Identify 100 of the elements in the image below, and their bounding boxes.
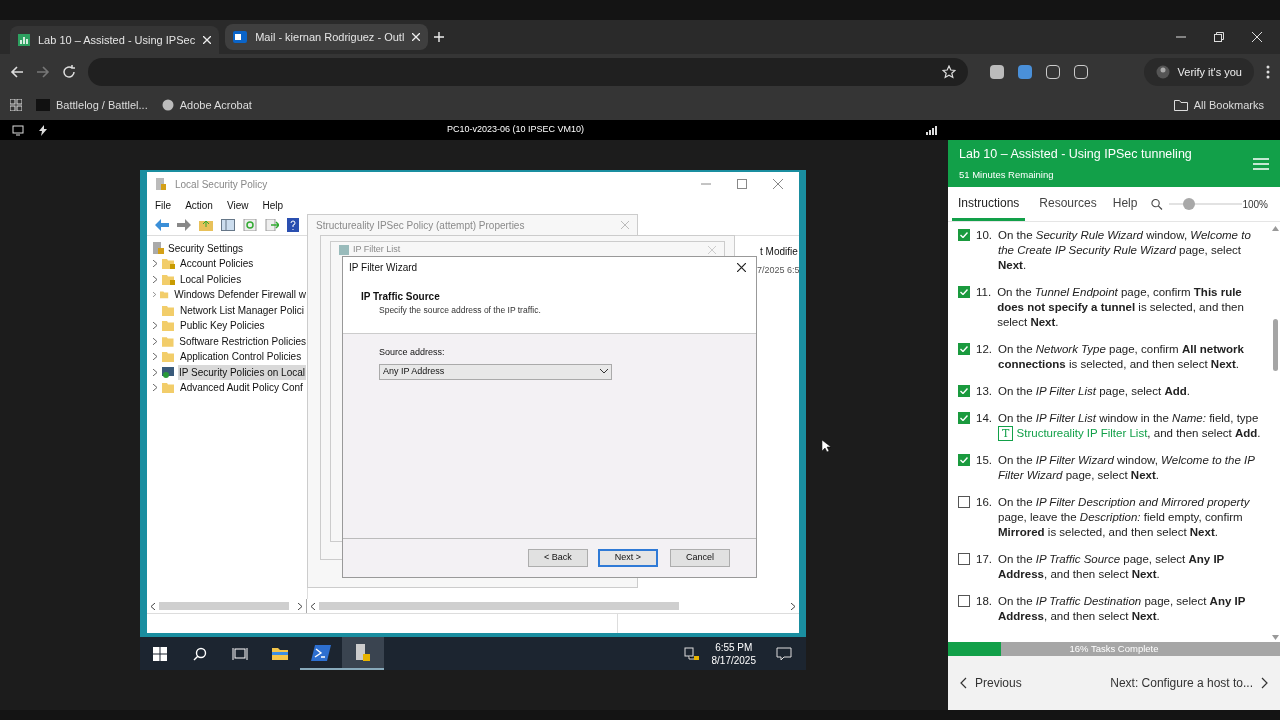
menu-icon[interactable] [1253, 157, 1269, 170]
folder-icon[interactable] [272, 647, 288, 660]
source-address-dropdown[interactable]: Any IP Address [379, 363, 612, 380]
tree-item[interactable]: Security Settings [168, 240, 244, 256]
tree-item[interactable]: Advanced Audit Policy Conf [179, 380, 304, 395]
step-instruction: On the IP Filter Wizard window, Welcome to the IP Filter Wizard page, select Next. [998, 453, 1256, 483]
step-number: 13. [976, 384, 992, 399]
network-icon[interactable] [683, 646, 700, 661]
chevron-right-icon[interactable] [153, 260, 158, 267]
cancel-button[interactable]: Cancel [670, 549, 730, 567]
tree-item[interactable]: Public Key Policies [179, 318, 266, 333]
chevron-right-icon[interactable] [153, 368, 158, 376]
menu-item[interactable]: Action [185, 197, 213, 213]
new-tab-icon[interactable] [434, 32, 445, 42]
scroll-right-icon[interactable] [791, 602, 795, 610]
browser-tab[interactable]: Mail - kiernan Rodriguez - Outl [225, 24, 429, 50]
folder-icon [162, 304, 175, 316]
tree-item[interactable]: Network List Manager Polici [179, 302, 305, 318]
export-icon[interactable] [265, 218, 279, 231]
extension-icon[interactable] [1074, 65, 1088, 79]
tree-item[interactable]: Application Control Policies [179, 349, 303, 364]
checkbox[interactable] [958, 385, 970, 397]
checkbox[interactable] [958, 553, 970, 565]
scrollbar-thumb[interactable] [1272, 319, 1278, 371]
menu-item[interactable]: View [226, 197, 249, 213]
back-button[interactable]: < Back [528, 549, 588, 567]
chevron-right-icon[interactable] [153, 384, 158, 391]
folder-up-icon[interactable] [199, 218, 213, 231]
apps-icon[interactable] [10, 99, 22, 111]
back-arrow-icon[interactable] [155, 218, 169, 231]
step-instruction: On the Tunnel Endpoint page, confirm This rule does not specify a tunnel is selected, and then select Next. [997, 285, 1245, 330]
scroll-up-icon[interactable] [1271, 226, 1279, 231]
folder-icon [162, 320, 175, 331]
instructions-tab[interactable]: Instructions [952, 187, 1026, 221]
help-icon[interactable] [287, 217, 299, 232]
back-icon[interactable] [10, 65, 24, 79]
search-icon[interactable] [1151, 197, 1164, 211]
more-icon[interactable] [1266, 65, 1270, 79]
checkbox[interactable] [958, 343, 970, 355]
chevron-right-icon[interactable] [153, 322, 158, 329]
checkbox[interactable] [958, 229, 970, 241]
chevron-right-icon[interactable] [153, 353, 158, 360]
menu-item[interactable]: File [155, 197, 172, 213]
folder-icon [162, 382, 175, 393]
resources-tab[interactable]: Resources [1033, 187, 1103, 221]
next-button[interactable]: Next: Configure a host to... [1110, 674, 1268, 692]
dialog-title: IP Filter Wizard [349, 260, 418, 275]
help-tab[interactable]: Help [1106, 187, 1144, 221]
powershell-icon[interactable] [311, 644, 331, 661]
extension-icon[interactable] [990, 65, 1004, 79]
search-icon[interactable] [193, 646, 207, 661]
verify-button[interactable]: Verify it's you [1143, 58, 1254, 86]
browser-tab[interactable]: Lab 10 – Assisted - Using IPSec [10, 26, 220, 54]
tree-item[interactable]: Local Policies [179, 271, 243, 287]
refresh-icon[interactable] [243, 218, 257, 231]
close-icon[interactable] [737, 262, 746, 272]
security-policy-icon[interactable] [355, 643, 371, 662]
checkbox[interactable] [958, 496, 970, 508]
zoom-slider[interactable] [1169, 198, 1243, 210]
extension-icon[interactable] [1046, 65, 1060, 79]
star-icon[interactable] [942, 65, 956, 79]
forward-arrow-icon[interactable] [177, 218, 191, 231]
checkbox[interactable] [958, 286, 970, 298]
tree-item[interactable]: IP Security Policies on Local [178, 364, 306, 380]
bookmark[interactable]: Adobe Acrobat [161, 96, 252, 114]
console-tree-icon[interactable] [221, 218, 235, 231]
notification-icon[interactable] [776, 646, 792, 661]
task-view-icon[interactable] [232, 646, 248, 661]
tree-item[interactable]: Account Policies [179, 256, 255, 271]
tree-item[interactable]: Windows Defender Firewall w [173, 287, 307, 302]
mail-icon [233, 31, 248, 43]
reload-icon[interactable] [62, 65, 76, 79]
maximize-icon[interactable] [737, 179, 747, 189]
clock-date: 8/17/2025 [711, 653, 756, 667]
chevron-right-icon[interactable] [153, 337, 158, 345]
tab-title: Lab 10 – Assisted - Using IPSec [38, 32, 196, 48]
scroll-down-icon[interactable] [1271, 635, 1279, 640]
next-button[interactable]: Next > [598, 549, 658, 567]
scrollbar[interactable] [159, 602, 289, 610]
slider-thumb[interactable] [1182, 198, 1195, 210]
menu-item[interactable]: Help [262, 197, 283, 213]
monitor-icon[interactable] [12, 124, 24, 136]
scroll-right-icon[interactable] [298, 602, 302, 610]
scrollbar[interactable] [319, 602, 679, 610]
scroll-left-icon[interactable] [311, 602, 315, 610]
bookmark[interactable]: Battlelog / Battlel... [36, 96, 148, 114]
scroll-left-icon[interactable] [151, 602, 155, 610]
lightning-icon[interactable] [38, 124, 48, 136]
restore-icon[interactable] [1214, 32, 1224, 42]
checkbox[interactable] [958, 595, 970, 607]
mouse-cursor-icon [822, 440, 831, 453]
tree-item[interactable]: Software Restriction Policies [178, 333, 307, 349]
forward-icon[interactable] [36, 65, 50, 79]
checkbox[interactable] [958, 454, 970, 466]
chevron-right-icon[interactable] [153, 275, 158, 283]
chevron-right-icon[interactable] [153, 291, 157, 298]
previous-button[interactable]: Previous [960, 674, 1022, 692]
windows-start-icon[interactable] [153, 646, 167, 661]
all-bookmarks-button[interactable]: All Bookmarks [1173, 96, 1270, 114]
checkbox[interactable] [958, 412, 970, 424]
